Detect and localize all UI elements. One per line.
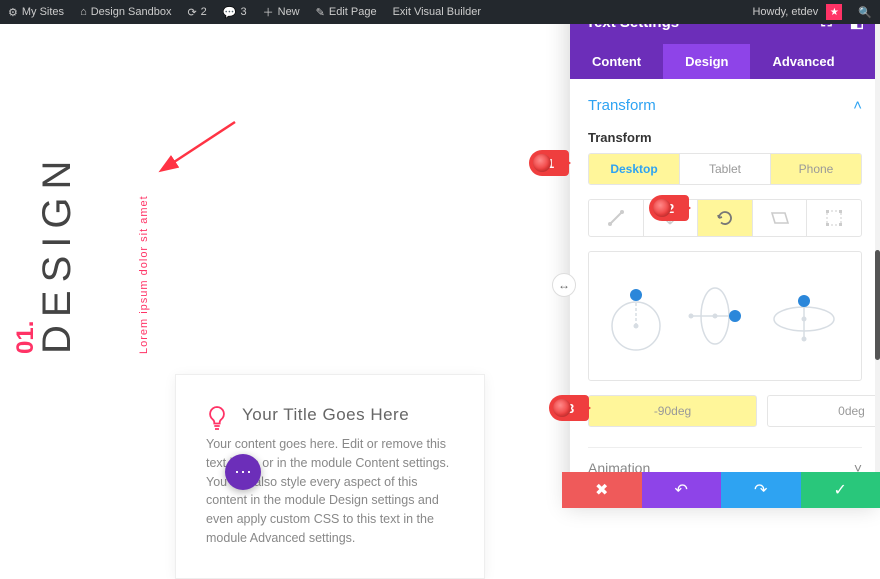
cancel-button[interactable]: ✖ — [562, 472, 642, 508]
transform-type-tabs — [588, 199, 862, 237]
admin-site-name[interactable]: ⌂ Design Sandbox — [72, 6, 179, 18]
panel-body: Transform ˄ Transform Desktop Tablet Pho… — [570, 79, 880, 508]
admin-updates-count: 2 — [201, 6, 207, 18]
search-icon: 🔍 — [858, 6, 872, 19]
page-canvas: 01. DESIGN Lorem ipsum dolor sit amet Yo… — [0, 24, 570, 508]
callout-1: 1 — [529, 150, 569, 176]
device-tablet[interactable]: Tablet — [680, 154, 771, 184]
lightbulb-icon — [206, 405, 228, 438]
admin-exit-label: Exit Visual Builder — [393, 6, 481, 18]
admin-edit-label: Edit Page — [329, 6, 377, 18]
comment-icon: 💬 — [223, 6, 237, 19]
origin-icon[interactable] — [807, 200, 861, 236]
transform-preview[interactable] — [588, 251, 862, 381]
admin-howdy[interactable]: Howdy, etdev ★ — [744, 4, 850, 20]
wp-admin-bar: ⚙ My Sites ⌂ Design Sandbox ⟳ 2 💬 3 ＋ Ne… — [0, 0, 880, 24]
admin-site-label: Design Sandbox — [91, 6, 172, 18]
responsive-device-tabs: Desktop Tablet Phone — [588, 153, 862, 185]
skew-icon[interactable] — [753, 200, 808, 236]
tab-content[interactable]: Content — [570, 44, 663, 79]
admin-howdy-label: Howdy, etdev — [752, 6, 818, 18]
card-text: Your content goes here. Edit or remove t… — [206, 435, 454, 548]
tab-design[interactable]: Design — [663, 44, 750, 79]
admin-comments[interactable]: 💬 3 — [215, 6, 255, 19]
admin-search[interactable]: 🔍 — [850, 6, 880, 19]
close-icon: ✖ — [595, 480, 608, 500]
refresh-icon: ⟳ — [187, 6, 196, 19]
admin-comments-count: 3 — [241, 6, 247, 18]
redo-icon: ↷ — [754, 480, 767, 500]
scale-icon[interactable] — [589, 200, 644, 236]
panel-resize-handle[interactable]: ↔ — [552, 273, 576, 297]
admin-my-sites-label: My Sites — [22, 6, 64, 18]
panel-footer: ✖ ↶ ↷ ✓ — [562, 472, 880, 508]
pencil-icon: ✎ — [316, 6, 325, 19]
admin-new-label: New — [278, 6, 300, 18]
callout-3: 3 — [549, 395, 589, 421]
home-icon: ⌂ — [80, 6, 87, 18]
section-transform-toggle[interactable]: Transform ˄ — [588, 91, 862, 120]
admin-edit-page[interactable]: ✎ Edit Page — [308, 6, 385, 19]
undo-icon: ↶ — [675, 480, 688, 500]
rotate-x-control[interactable] — [764, 271, 844, 361]
rotate-icon[interactable] — [698, 200, 753, 236]
annotation-arrow — [165, 114, 245, 174]
transform-values — [588, 395, 862, 427]
admin-my-sites[interactable]: ⚙ My Sites — [0, 6, 72, 19]
avatar-badge: ★ — [826, 4, 842, 20]
redo-button[interactable]: ↷ — [721, 472, 801, 508]
settings-panel: Text Settings ⛶ ◧ Content Design Advance… — [570, 0, 880, 508]
section-transform-label: Transform — [588, 97, 656, 114]
panel-scrollbar-thumb[interactable] — [875, 250, 880, 360]
device-phone[interactable]: Phone — [771, 154, 861, 184]
rotate-z-control[interactable] — [606, 271, 666, 361]
rotate-z-input[interactable] — [588, 395, 757, 427]
panel-scrollbar-track — [875, 24, 880, 472]
admin-updates[interactable]: ⟳ 2 — [179, 6, 214, 19]
rotate-y-input[interactable] — [767, 395, 880, 427]
check-icon: ✓ — [834, 480, 847, 500]
section-title: DESIGN — [35, 153, 80, 354]
panel-tabs: Content Design Advanced — [570, 44, 880, 79]
module-fab[interactable]: ⋯ — [225, 454, 261, 490]
rotate-y-control[interactable] — [680, 271, 750, 361]
content-card[interactable]: Your Title Goes Here Your content goes h… — [175, 374, 485, 579]
undo-button[interactable]: ↶ — [642, 472, 722, 508]
network-icon: ⚙ — [8, 6, 18, 19]
plus-icon: ＋ — [263, 4, 274, 20]
transform-label: Transform — [588, 130, 862, 145]
card-title: Your Title Goes Here — [242, 405, 454, 425]
admin-exit-builder[interactable]: Exit Visual Builder — [385, 6, 489, 18]
admin-new[interactable]: ＋ New — [255, 4, 308, 20]
rotated-text-block[interactable]: 01. DESIGN Lorem ipsum dolor sit amet — [20, 94, 160, 354]
callout-2: 2 — [649, 195, 689, 221]
chevron-up-icon: ˄ — [853, 97, 862, 114]
tab-advanced[interactable]: Advanced — [750, 44, 856, 79]
save-button[interactable]: ✓ — [801, 472, 880, 508]
device-desktop[interactable]: Desktop — [589, 154, 680, 184]
section-subtitle: Lorem ipsum dolor sit amet — [138, 195, 150, 354]
